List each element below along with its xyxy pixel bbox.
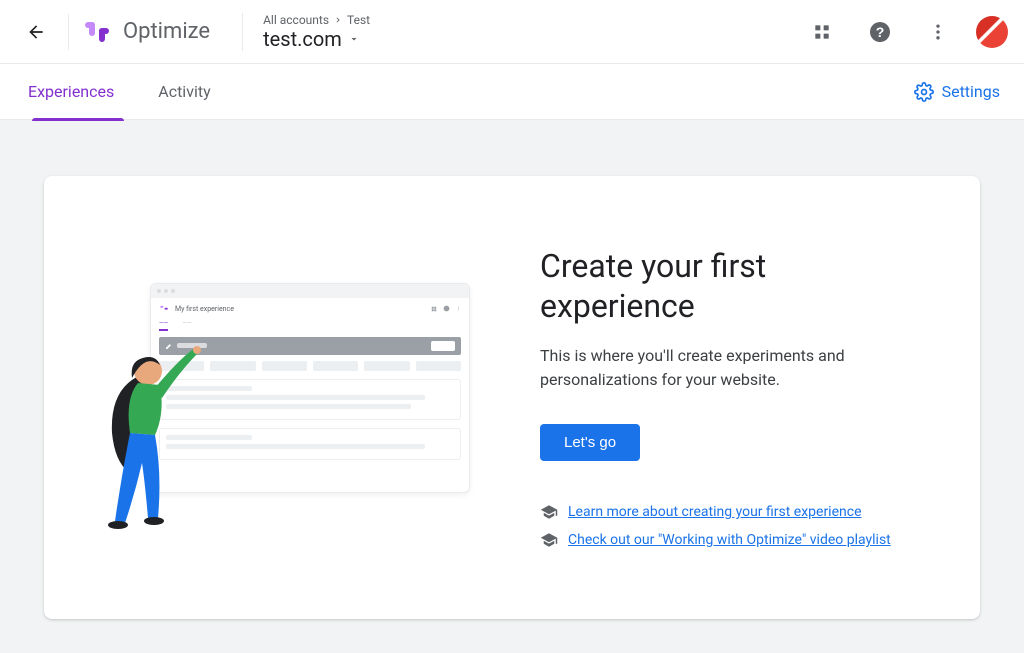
page-body: My first experience ———— xyxy=(0,120,1024,653)
account-picker[interactable]: All accounts Test test.com xyxy=(242,13,370,51)
apps-button[interactable] xyxy=(802,12,842,52)
arrow-dropdown-icon xyxy=(348,33,360,45)
tab-activity[interactable]: Activity xyxy=(154,64,214,120)
breadcrumb-parent: All accounts xyxy=(263,13,329,27)
more-button[interactable] xyxy=(918,12,958,52)
apps-icon xyxy=(812,22,832,42)
svg-text:?: ? xyxy=(876,24,885,40)
graduation-cap-icon xyxy=(540,503,558,521)
optimize-logo-icon xyxy=(81,16,113,48)
top-actions: ? xyxy=(802,12,1008,52)
account-domain-text: test.com xyxy=(263,27,342,51)
lets-go-button[interactable]: Let's go xyxy=(540,424,640,461)
help-button[interactable]: ? xyxy=(860,12,900,52)
onboarding-content: Create your first experience This is whe… xyxy=(540,246,924,559)
onboarding-subtitle: This is where you'll create experiments … xyxy=(540,344,924,392)
more-vert-icon xyxy=(928,22,948,42)
help-link-video-playlist: Check out our "Working with Optimize" vi… xyxy=(540,531,924,549)
top-bar: Optimize All accounts Test test.com ? xyxy=(0,0,1024,64)
illustration: My first experience ———— xyxy=(100,273,480,533)
breadcrumb-child: Test xyxy=(347,13,370,27)
breadcrumb: All accounts Test xyxy=(263,13,370,27)
gear-icon xyxy=(914,82,934,102)
tab-experiences[interactable]: Experiences xyxy=(24,64,118,120)
graduation-cap-icon xyxy=(540,531,558,549)
chevron-right-icon xyxy=(333,15,343,25)
help-icon: ? xyxy=(868,20,892,44)
tabs-bar: Experiences Activity Settings xyxy=(0,64,1024,120)
learn-more-link[interactable]: Learn more about creating your first exp… xyxy=(568,504,862,520)
product-logo-group[interactable]: Optimize xyxy=(81,16,210,48)
video-playlist-link[interactable]: Check out our "Working with Optimize" vi… xyxy=(568,532,891,548)
account-domain-picker: test.com xyxy=(263,27,370,51)
account-avatar[interactable] xyxy=(976,16,1008,48)
settings-link[interactable]: Settings xyxy=(914,82,1000,102)
onboarding-title: Create your first experience xyxy=(540,246,924,326)
person-illustration-icon xyxy=(100,323,210,533)
divider xyxy=(68,14,69,50)
illustration-mock-title: My first experience xyxy=(175,305,234,313)
onboarding-card: My first experience ———— xyxy=(44,176,980,619)
product-name: Optimize xyxy=(123,19,210,44)
arrow-left-icon xyxy=(26,22,46,42)
help-link-learn-more: Learn more about creating your first exp… xyxy=(540,503,924,521)
settings-label: Settings xyxy=(942,82,1000,101)
back-button[interactable] xyxy=(16,12,56,52)
